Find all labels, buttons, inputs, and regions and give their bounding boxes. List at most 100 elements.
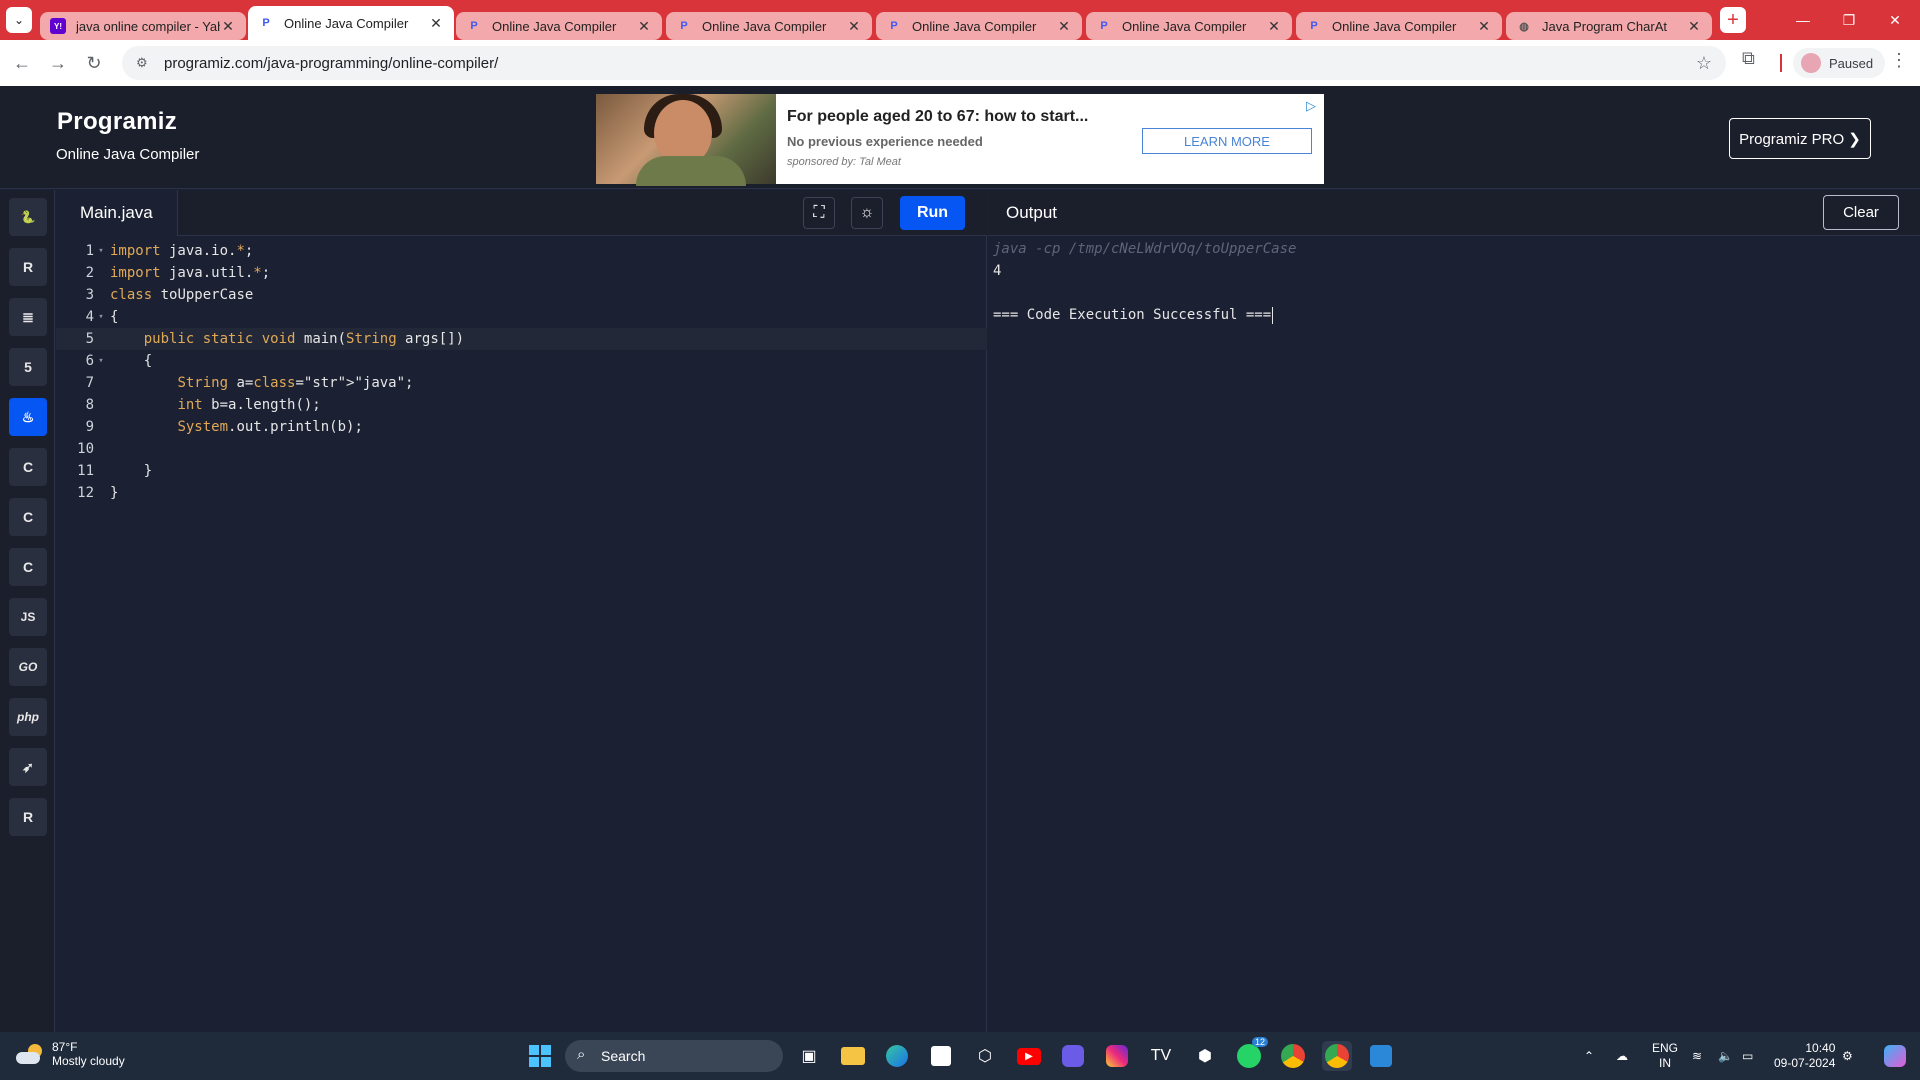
sidebar-item-sql[interactable]: ≣ — [9, 298, 47, 336]
bookmark-star-icon[interactable]: ☆ — [1696, 53, 1712, 74]
close-tab-icon[interactable]: ✕ — [1056, 18, 1072, 35]
forward-button[interactable]: → — [40, 45, 76, 81]
sidebar-item-swift[interactable]: ➶ — [9, 748, 47, 786]
sidebar-item-javascript[interactable]: JS — [9, 598, 47, 636]
close-tab-icon[interactable]: ✕ — [846, 18, 862, 35]
reload-button[interactable]: ↻ — [76, 45, 112, 81]
code-line: 12} — [56, 482, 987, 504]
browser-tab[interactable]: P Online Java Compiler ✕ — [1296, 12, 1502, 40]
close-tab-icon[interactable]: ✕ — [428, 15, 444, 32]
close-window-button[interactable]: ✕ — [1872, 0, 1918, 40]
output-console[interactable]: java -cp /tmp/cNeLWdrVOq/toUpperCase 4 =… — [988, 236, 1920, 1032]
fold-arrow-icon[interactable]: ▾ — [94, 356, 108, 366]
fullscreen-button[interactable]: ⛶ — [803, 197, 835, 229]
close-tab-icon[interactable]: ✕ — [1476, 18, 1492, 35]
code-editor[interactable]: 1 ▾ import java.io.*; 2 import java.util.*; 3… — [56, 236, 987, 1032]
sidebar-item-csharp[interactable]: C — [9, 548, 47, 586]
notification-icon[interactable]: ⚙ — [1842, 1032, 1853, 1080]
clock[interactable]: 10:40 09-07-2024 — [1774, 1032, 1835, 1080]
browser-tab[interactable]: P Online Java Compiler ✕ — [876, 12, 1082, 40]
clear-button[interactable]: Clear — [1823, 195, 1899, 230]
taskbar-search[interactable]: ⌕ Search — [565, 1040, 783, 1072]
fold-arrow-icon[interactable]: ▾ — [94, 246, 108, 256]
sidebar-item-r[interactable]: R — [9, 248, 47, 286]
tradingview-icon[interactable]: TV — [1146, 1041, 1176, 1071]
windows-start-button[interactable] — [525, 1041, 555, 1071]
theme-toggle-button[interactable]: ☼ — [851, 197, 883, 229]
task-view-icon[interactable]: ▣ — [794, 1041, 824, 1071]
profile-button[interactable]: Paused — [1793, 48, 1886, 78]
close-tab-icon[interactable]: ✕ — [636, 18, 652, 35]
c-icon: C — [22, 459, 34, 475]
onedrive-icon[interactable]: ☁ — [1616, 1032, 1628, 1080]
instagram-icon[interactable] — [1102, 1041, 1132, 1071]
browser-tab[interactable]: P Online Java Compiler ✕ — [456, 12, 662, 40]
site-info-icon[interactable]: ⚙ — [136, 55, 156, 71]
youtube-icon[interactable]: ▶ — [1014, 1041, 1044, 1071]
snipping-tool-icon[interactable] — [1366, 1041, 1396, 1071]
extensions-icon[interactable]: ⧉ — [1742, 48, 1755, 69]
browser-tab[interactable]: ◍ Java Program CharAt ✕ — [1506, 12, 1712, 40]
browser-tab[interactable]: P Online Java Compiler ✕ — [666, 12, 872, 40]
code-text: System.out.println(b); — [177, 419, 363, 435]
browser-tab[interactable]: Y! java online compiler - Yah ✕ — [40, 12, 246, 40]
address-bar[interactable]: ⚙ programiz.com/java-programming/online-… — [122, 46, 1726, 80]
tray-overflow-icon[interactable]: ⌃ — [1584, 1032, 1594, 1080]
browser-menu-icon[interactable]: ⋮ — [1890, 50, 1908, 71]
file-explorer-icon[interactable] — [838, 1041, 868, 1071]
sidebar-item-php[interactable]: php — [9, 698, 47, 736]
close-tab-icon[interactable]: ✕ — [220, 18, 236, 35]
new-tab-button[interactable]: + — [1720, 7, 1746, 33]
php-icon: php — [17, 710, 39, 724]
edge-icon[interactable] — [882, 1041, 912, 1071]
copilot-tray-icon[interactable] — [1884, 1032, 1906, 1080]
browser-tab[interactable]: P Online Java Compiler ✕ — [248, 6, 454, 40]
back-button[interactable]: ← — [4, 45, 40, 81]
browser-tab[interactable]: P Online Java Compiler ✕ — [1086, 12, 1292, 40]
minimize-button[interactable]: — — [1780, 0, 1826, 40]
store-icon[interactable] — [926, 1041, 956, 1071]
chrome-profile-icon[interactable] — [1322, 1041, 1352, 1071]
sidebar-item-c[interactable]: C — [9, 448, 47, 486]
programiz-logo[interactable]: Programiz — [57, 108, 177, 136]
chrome-icon[interactable] — [1278, 1041, 1308, 1071]
close-tab-icon[interactable]: ✕ — [1266, 18, 1282, 35]
ad-learn-more-button[interactable]: LEARN MORE — [1142, 128, 1312, 154]
advertisement[interactable]: For people aged 20 to 67: how to start..… — [596, 94, 1324, 186]
sidebar-item-go[interactable]: GO — [9, 648, 47, 686]
ad-choices-icon[interactable]: ▷ — [1306, 98, 1316, 114]
tab-main-java[interactable]: Main.java — [56, 190, 178, 236]
sidebar-item-html[interactable]: 5 — [9, 348, 47, 386]
code-line: 5 public static void main(String args[]) — [56, 328, 987, 350]
run-button[interactable]: Run — [900, 196, 965, 230]
whatsapp-icon[interactable]: 12 — [1234, 1037, 1268, 1071]
sidebar-item-rust[interactable]: R — [9, 798, 47, 836]
search-icon: ⌕ — [577, 1046, 586, 1063]
sidebar-item-cpp[interactable]: C — [9, 498, 47, 536]
tab-search-button[interactable]: ⌄ — [6, 7, 32, 33]
cube-app-icon[interactable]: ⬢ — [1190, 1041, 1220, 1071]
battery-icon[interactable]: ▭ — [1742, 1032, 1753, 1080]
settings-hex-icon[interactable]: ⬡ — [970, 1041, 1000, 1071]
code-text: import java.util.*; — [110, 265, 271, 281]
wifi-icon[interactable]: ≋ — [1692, 1032, 1702, 1080]
language-indicator[interactable]: ENG IN — [1652, 1032, 1678, 1080]
restore-button[interactable]: ❐ — [1826, 0, 1872, 40]
code-text: class toUpperCase — [110, 287, 254, 303]
site-header: Programiz Online Java Compiler For peopl… — [0, 86, 1920, 189]
windows-icon — [529, 1045, 551, 1067]
sidebar-item-python[interactable]: 🐍 — [9, 198, 47, 236]
sidebar-item-java[interactable]: ♨ — [9, 398, 47, 436]
copilot-icon[interactable] — [1058, 1041, 1088, 1071]
avatar — [1801, 53, 1821, 73]
programiz-pro-button[interactable]: Programiz PRO ❯ — [1729, 118, 1871, 159]
volume-muted-icon[interactable]: 🔈 — [1718, 1032, 1733, 1080]
browser-tab-strip: ⌄ Y! java online compiler - Yah ✕ P Online J… — [0, 0, 1920, 40]
code-line: 7 String a=class="str">"java"; — [56, 372, 987, 394]
weather-widget[interactable]: 87°F Mostly cloudy — [16, 1040, 125, 1068]
fold-arrow-icon[interactable]: ▾ — [94, 312, 108, 322]
weather-temperature: 87°F — [52, 1040, 78, 1054]
line-number: 10 — [77, 441, 94, 457]
output-result: 4 — [993, 263, 1002, 279]
close-tab-icon[interactable]: ✕ — [1686, 18, 1702, 35]
